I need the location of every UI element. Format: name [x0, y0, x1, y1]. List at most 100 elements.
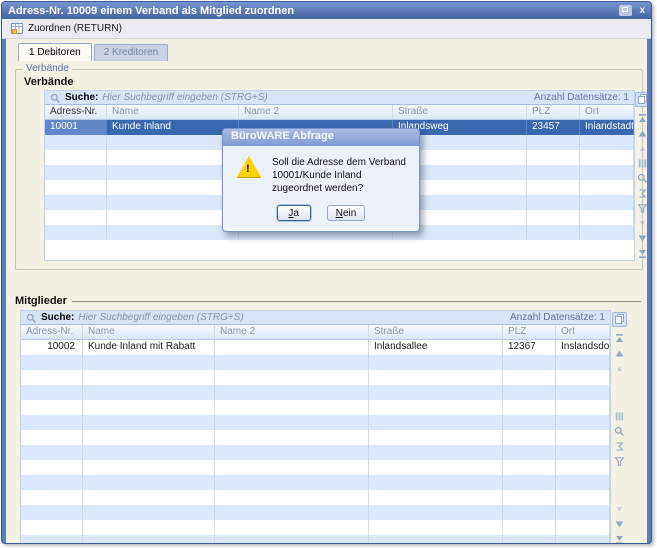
- table-cell[interactable]: [83, 400, 215, 415]
- close-icon[interactable]: x: [639, 5, 645, 16]
- table-cell[interactable]: [83, 355, 215, 370]
- table-cell[interactable]: [21, 460, 83, 475]
- table-cell[interactable]: [503, 475, 556, 490]
- column-header[interactable]: Ort: [556, 325, 610, 339]
- table-cell[interactable]: [83, 460, 215, 475]
- table-cell[interactable]: [580, 135, 634, 150]
- table-cell[interactable]: [580, 210, 634, 225]
- table-cell[interactable]: [503, 535, 556, 543]
- filter-icon[interactable]: [614, 456, 625, 467]
- table-cell[interactable]: [215, 400, 369, 415]
- table-cell[interactable]: [369, 445, 503, 460]
- table-cell[interactable]: [83, 520, 215, 535]
- search-icon[interactable]: [637, 173, 647, 184]
- table-cell[interactable]: [83, 535, 215, 543]
- table-cell[interactable]: [580, 195, 634, 210]
- table-row[interactable]: [21, 490, 610, 505]
- table-cell[interactable]: [369, 355, 503, 370]
- search-icon[interactable]: [614, 426, 625, 437]
- arrow-down-small-icon[interactable]: [614, 504, 625, 515]
- table-cell[interactable]: [556, 475, 610, 490]
- columns-icon[interactable]: [637, 158, 647, 169]
- arrow-up-icon[interactable]: [614, 348, 625, 359]
- table-cell[interactable]: [369, 535, 503, 543]
- table-cell[interactable]: 10001: [45, 120, 107, 135]
- scroll-top-icon[interactable]: [614, 333, 625, 344]
- table-cell[interactable]: [369, 385, 503, 400]
- table-cell[interactable]: [503, 385, 556, 400]
- column-header[interactable]: Name 2: [239, 105, 393, 119]
- sum-icon[interactable]: [637, 188, 647, 199]
- table-cell[interactable]: [369, 460, 503, 475]
- dialog-button-nein[interactable]: Nein: [327, 205, 366, 221]
- table-cell[interactable]: [107, 225, 239, 240]
- table-row[interactable]: [21, 535, 610, 543]
- table-cell[interactable]: [215, 505, 369, 520]
- table-cell[interactable]: [215, 475, 369, 490]
- table-cell[interactable]: [215, 340, 369, 355]
- table-cell[interactable]: [215, 370, 369, 385]
- table-row[interactable]: [21, 415, 610, 430]
- column-header[interactable]: Straße: [369, 325, 503, 339]
- table-cell[interactable]: [503, 445, 556, 460]
- table-cell[interactable]: [215, 460, 369, 475]
- table-cell[interactable]: [527, 225, 580, 240]
- table-cell[interactable]: Inslandsdorf: [556, 340, 610, 355]
- filter-icon[interactable]: [637, 203, 647, 214]
- tab-kreditoren[interactable]: 2 Kreditoren: [94, 44, 168, 61]
- column-header[interactable]: Adress-Nr.: [21, 325, 83, 339]
- search-bar[interactable]: Suche:Hier Suchbegriff eingeben (STRG+S)…: [21, 311, 610, 325]
- arrow-up-small-icon[interactable]: [637, 143, 647, 154]
- column-header[interactable]: PLZ: [503, 325, 556, 339]
- arrow-up-icon[interactable]: [637, 128, 647, 139]
- table-cell[interactable]: [83, 385, 215, 400]
- table-row[interactable]: [21, 370, 610, 385]
- table-cell[interactable]: [83, 415, 215, 430]
- arrow-down-icon[interactable]: [614, 519, 625, 530]
- scroll-bottom-icon[interactable]: [614, 534, 625, 543]
- table-cell[interactable]: [556, 505, 610, 520]
- table-cell[interactable]: [369, 415, 503, 430]
- table-cell[interactable]: [369, 400, 503, 415]
- arrow-down-small-icon[interactable]: [637, 218, 647, 229]
- table-cell[interactable]: [503, 400, 556, 415]
- table-row[interactable]: [21, 475, 610, 490]
- table-cell[interactable]: [107, 210, 239, 225]
- table-cell[interactable]: [21, 475, 83, 490]
- table-row[interactable]: [21, 430, 610, 445]
- table-cell[interactable]: [21, 490, 83, 505]
- table-cell[interactable]: [107, 195, 239, 210]
- table-cell[interactable]: [21, 400, 83, 415]
- table-cell[interactable]: [527, 150, 580, 165]
- table-cell[interactable]: [503, 415, 556, 430]
- table-cell[interactable]: [369, 490, 503, 505]
- table-cell[interactable]: [503, 460, 556, 475]
- column-header[interactable]: Name: [107, 105, 239, 119]
- table-cell[interactable]: [556, 400, 610, 415]
- column-header[interactable]: Straße: [393, 105, 527, 119]
- search-bar[interactable]: Suche:Hier Suchbegriff eingeben (STRG+S)…: [45, 91, 634, 105]
- table-cell[interactable]: [556, 355, 610, 370]
- table-cell[interactable]: [527, 135, 580, 150]
- table-cell[interactable]: [215, 535, 369, 543]
- table-cell[interactable]: [83, 490, 215, 505]
- table-cell[interactable]: 23457: [527, 120, 580, 135]
- table-cell[interactable]: [556, 520, 610, 535]
- scroll-top-icon[interactable]: [637, 113, 647, 124]
- table-cell[interactable]: [83, 475, 215, 490]
- copy-icon[interactable]: [635, 92, 647, 107]
- column-header[interactable]: PLZ: [527, 105, 580, 119]
- table-cell[interactable]: [215, 445, 369, 460]
- table-cell[interactable]: [107, 165, 239, 180]
- table-cell[interactable]: [215, 415, 369, 430]
- table-cell[interactable]: [503, 520, 556, 535]
- table-cell[interactable]: [107, 150, 239, 165]
- table-cell[interactable]: [215, 520, 369, 535]
- table-cell[interactable]: [527, 165, 580, 180]
- table-cell[interactable]: [215, 355, 369, 370]
- table-cell[interactable]: [215, 490, 369, 505]
- table-row[interactable]: [21, 460, 610, 475]
- table-row[interactable]: [21, 385, 610, 400]
- column-header[interactable]: Ort: [580, 105, 634, 119]
- table-cell[interactable]: [21, 505, 83, 520]
